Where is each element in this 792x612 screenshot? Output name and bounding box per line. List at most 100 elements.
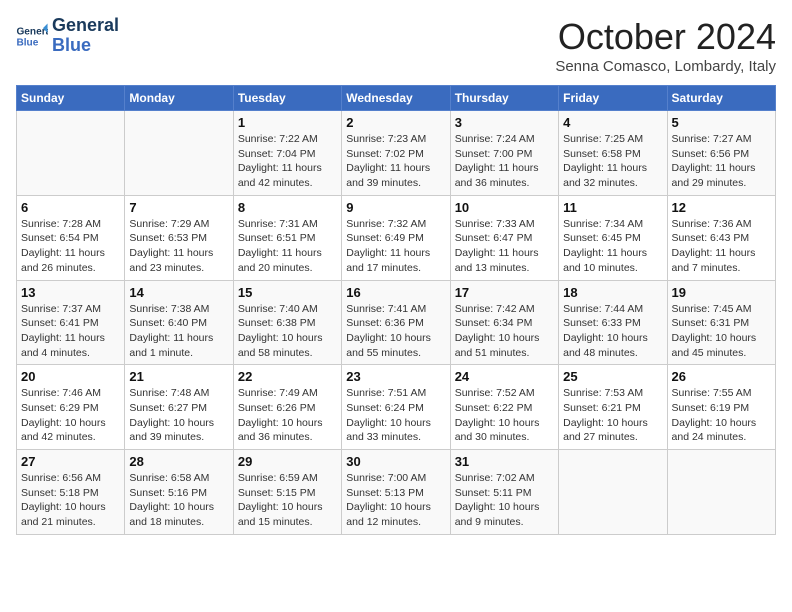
- day-info: Sunrise: 7:51 AMSunset: 6:24 PMDaylight:…: [346, 386, 445, 445]
- weekday-tuesday: Tuesday: [233, 86, 341, 111]
- day-info: Sunrise: 7:24 AMSunset: 7:00 PMDaylight:…: [455, 132, 554, 191]
- day-number: 11: [563, 200, 662, 215]
- day-number: 21: [129, 369, 228, 384]
- day-info: Sunrise: 6:59 AMSunset: 5:15 PMDaylight:…: [238, 471, 337, 530]
- day-number: 10: [455, 200, 554, 215]
- day-number: 6: [21, 200, 120, 215]
- calendar-cell: 18 Sunrise: 7:44 AMSunset: 6:33 PMDaylig…: [559, 280, 667, 365]
- day-info: Sunrise: 7:53 AMSunset: 6:21 PMDaylight:…: [563, 386, 662, 445]
- day-info: Sunrise: 7:29 AMSunset: 6:53 PMDaylight:…: [129, 217, 228, 276]
- month-title: October 2024: [555, 16, 776, 58]
- day-info: Sunrise: 7:52 AMSunset: 6:22 PMDaylight:…: [455, 386, 554, 445]
- day-info: Sunrise: 7:37 AMSunset: 6:41 PMDaylight:…: [21, 302, 120, 361]
- calendar-cell: 31 Sunrise: 7:02 AMSunset: 5:11 PMDaylig…: [450, 450, 558, 535]
- location: Senna Comasco, Lombardy, Italy: [555, 58, 776, 75]
- day-info: Sunrise: 6:58 AMSunset: 5:16 PMDaylight:…: [129, 471, 228, 530]
- day-info: Sunrise: 7:42 AMSunset: 6:34 PMDaylight:…: [455, 302, 554, 361]
- week-row-5: 27 Sunrise: 6:56 AMSunset: 5:18 PMDaylig…: [17, 450, 776, 535]
- calendar-cell: 29 Sunrise: 6:59 AMSunset: 5:15 PMDaylig…: [233, 450, 341, 535]
- logo-text: General Blue: [52, 16, 119, 56]
- day-info: Sunrise: 6:56 AMSunset: 5:18 PMDaylight:…: [21, 471, 120, 530]
- week-row-1: 1 Sunrise: 7:22 AMSunset: 7:04 PMDayligh…: [17, 111, 776, 196]
- weekday-header-row: SundayMondayTuesdayWednesdayThursdayFrid…: [17, 86, 776, 111]
- day-info: Sunrise: 7:41 AMSunset: 6:36 PMDaylight:…: [346, 302, 445, 361]
- day-info: Sunrise: 7:55 AMSunset: 6:19 PMDaylight:…: [672, 386, 771, 445]
- day-info: Sunrise: 7:22 AMSunset: 7:04 PMDaylight:…: [238, 132, 337, 191]
- calendar-cell: 10 Sunrise: 7:33 AMSunset: 6:47 PMDaylig…: [450, 195, 558, 280]
- calendar-cell: 3 Sunrise: 7:24 AMSunset: 7:00 PMDayligh…: [450, 111, 558, 196]
- calendar-cell: 24 Sunrise: 7:52 AMSunset: 6:22 PMDaylig…: [450, 365, 558, 450]
- day-number: 16: [346, 285, 445, 300]
- day-info: Sunrise: 7:36 AMSunset: 6:43 PMDaylight:…: [672, 217, 771, 276]
- day-number: 28: [129, 454, 228, 469]
- day-number: 29: [238, 454, 337, 469]
- day-number: 2: [346, 115, 445, 130]
- day-info: Sunrise: 7:38 AMSunset: 6:40 PMDaylight:…: [129, 302, 228, 361]
- week-row-4: 20 Sunrise: 7:46 AMSunset: 6:29 PMDaylig…: [17, 365, 776, 450]
- day-number: 1: [238, 115, 337, 130]
- day-info: Sunrise: 7:31 AMSunset: 6:51 PMDaylight:…: [238, 217, 337, 276]
- calendar-cell: 22 Sunrise: 7:49 AMSunset: 6:26 PMDaylig…: [233, 365, 341, 450]
- day-info: Sunrise: 7:40 AMSunset: 6:38 PMDaylight:…: [238, 302, 337, 361]
- day-number: 7: [129, 200, 228, 215]
- calendar-cell: 11 Sunrise: 7:34 AMSunset: 6:45 PMDaylig…: [559, 195, 667, 280]
- calendar-cell: 21 Sunrise: 7:48 AMSunset: 6:27 PMDaylig…: [125, 365, 233, 450]
- week-row-2: 6 Sunrise: 7:28 AMSunset: 6:54 PMDayligh…: [17, 195, 776, 280]
- day-info: Sunrise: 7:46 AMSunset: 6:29 PMDaylight:…: [21, 386, 120, 445]
- calendar-cell: 27 Sunrise: 6:56 AMSunset: 5:18 PMDaylig…: [17, 450, 125, 535]
- day-number: 13: [21, 285, 120, 300]
- day-info: Sunrise: 7:34 AMSunset: 6:45 PMDaylight:…: [563, 217, 662, 276]
- day-info: Sunrise: 7:45 AMSunset: 6:31 PMDaylight:…: [672, 302, 771, 361]
- calendar-cell: 8 Sunrise: 7:31 AMSunset: 6:51 PMDayligh…: [233, 195, 341, 280]
- day-info: Sunrise: 7:00 AMSunset: 5:13 PMDaylight:…: [346, 471, 445, 530]
- day-info: Sunrise: 7:02 AMSunset: 5:11 PMDaylight:…: [455, 471, 554, 530]
- weekday-sunday: Sunday: [17, 86, 125, 111]
- day-number: 9: [346, 200, 445, 215]
- calendar-cell: [17, 111, 125, 196]
- day-number: 20: [21, 369, 120, 384]
- day-info: Sunrise: 7:25 AMSunset: 6:58 PMDaylight:…: [563, 132, 662, 191]
- weekday-thursday: Thursday: [450, 86, 558, 111]
- calendar-cell: 23 Sunrise: 7:51 AMSunset: 6:24 PMDaylig…: [342, 365, 450, 450]
- day-number: 27: [21, 454, 120, 469]
- weekday-wednesday: Wednesday: [342, 86, 450, 111]
- calendar-cell: 2 Sunrise: 7:23 AMSunset: 7:02 PMDayligh…: [342, 111, 450, 196]
- day-number: 31: [455, 454, 554, 469]
- calendar-cell: 20 Sunrise: 7:46 AMSunset: 6:29 PMDaylig…: [17, 365, 125, 450]
- day-number: 17: [455, 285, 554, 300]
- day-number: 26: [672, 369, 771, 384]
- week-row-3: 13 Sunrise: 7:37 AMSunset: 6:41 PMDaylig…: [17, 280, 776, 365]
- day-number: 14: [129, 285, 228, 300]
- calendar-cell: 15 Sunrise: 7:40 AMSunset: 6:38 PMDaylig…: [233, 280, 341, 365]
- calendar-cell: 25 Sunrise: 7:53 AMSunset: 6:21 PMDaylig…: [559, 365, 667, 450]
- day-number: 22: [238, 369, 337, 384]
- calendar-cell: 6 Sunrise: 7:28 AMSunset: 6:54 PMDayligh…: [17, 195, 125, 280]
- calendar-cell: 1 Sunrise: 7:22 AMSunset: 7:04 PMDayligh…: [233, 111, 341, 196]
- day-info: Sunrise: 7:28 AMSunset: 6:54 PMDaylight:…: [21, 217, 120, 276]
- day-number: 5: [672, 115, 771, 130]
- page-header: General Blue General Blue October 2024 S…: [16, 16, 776, 75]
- calendar-cell: [667, 450, 775, 535]
- calendar-cell: 26 Sunrise: 7:55 AMSunset: 6:19 PMDaylig…: [667, 365, 775, 450]
- day-number: 24: [455, 369, 554, 384]
- day-number: 25: [563, 369, 662, 384]
- calendar-cell: [559, 450, 667, 535]
- calendar-body: 1 Sunrise: 7:22 AMSunset: 7:04 PMDayligh…: [17, 111, 776, 535]
- weekday-saturday: Saturday: [667, 86, 775, 111]
- calendar-cell: 12 Sunrise: 7:36 AMSunset: 6:43 PMDaylig…: [667, 195, 775, 280]
- day-number: 12: [672, 200, 771, 215]
- day-number: 18: [563, 285, 662, 300]
- logo-icon: General Blue: [16, 22, 48, 50]
- calendar-cell: 19 Sunrise: 7:45 AMSunset: 6:31 PMDaylig…: [667, 280, 775, 365]
- calendar-cell: 28 Sunrise: 6:58 AMSunset: 5:16 PMDaylig…: [125, 450, 233, 535]
- svg-text:Blue: Blue: [16, 37, 38, 48]
- calendar-cell: 13 Sunrise: 7:37 AMSunset: 6:41 PMDaylig…: [17, 280, 125, 365]
- day-number: 23: [346, 369, 445, 384]
- day-info: Sunrise: 7:44 AMSunset: 6:33 PMDaylight:…: [563, 302, 662, 361]
- day-number: 3: [455, 115, 554, 130]
- calendar-cell: 7 Sunrise: 7:29 AMSunset: 6:53 PMDayligh…: [125, 195, 233, 280]
- day-info: Sunrise: 7:23 AMSunset: 7:02 PMDaylight:…: [346, 132, 445, 191]
- day-number: 4: [563, 115, 662, 130]
- logo: General Blue General Blue: [16, 16, 119, 56]
- day-number: 15: [238, 285, 337, 300]
